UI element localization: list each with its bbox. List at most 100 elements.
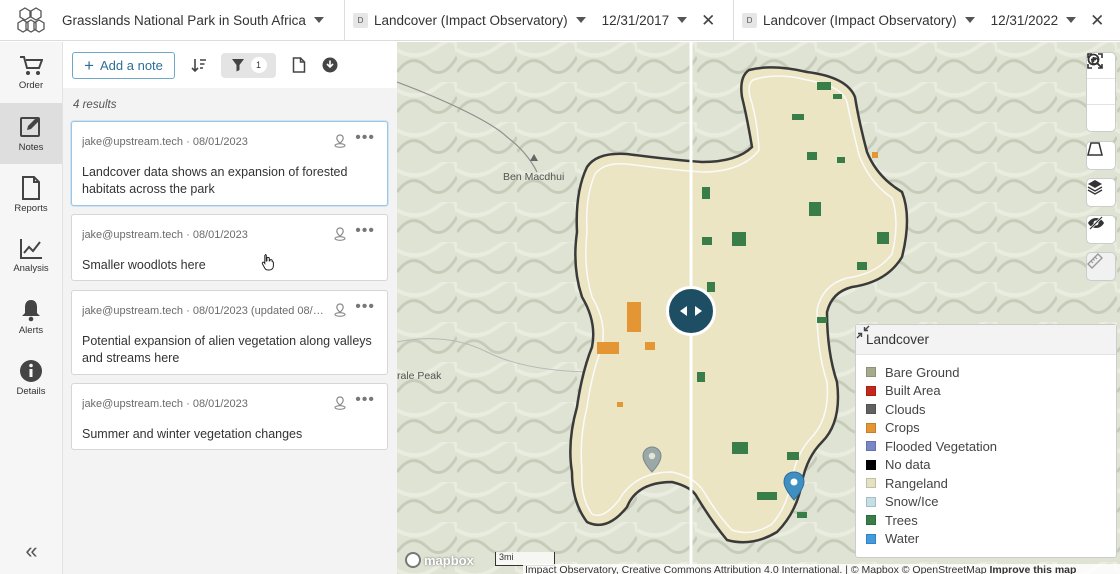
left-layer-date[interactable]: 12/31/2017	[602, 13, 670, 28]
sort-button[interactable]	[191, 57, 207, 73]
nav-order[interactable]: Order	[0, 42, 62, 103]
legend-item: Water	[866, 530, 1116, 549]
close-right-layer-icon[interactable]: ✕	[1090, 12, 1104, 29]
layer-type-badge: D	[742, 12, 757, 28]
close-left-layer-icon[interactable]: ✕	[701, 12, 715, 29]
nav-label: Details	[16, 385, 46, 397]
mapbox-logo-icon	[405, 552, 421, 568]
more-options-icon[interactable]: •••	[355, 222, 375, 240]
more-options-icon[interactable]: •••	[355, 391, 375, 409]
legend-swatch	[866, 404, 876, 415]
mapbox-logo[interactable]: mapbox	[405, 552, 474, 568]
legend-label: Trees	[885, 512, 918, 528]
perspective-icon	[1087, 142, 1103, 156]
chevron-down-icon[interactable]	[1066, 17, 1077, 23]
right-layer-date[interactable]: 12/31/2022	[991, 13, 1059, 28]
notes-toolbar: + Add a note 1	[63, 42, 397, 88]
legend-swatch	[866, 459, 876, 470]
more-options-icon[interactable]: •••	[355, 129, 375, 147]
nav-notes[interactable]: Notes	[0, 103, 62, 164]
filter-button[interactable]: 1	[221, 52, 276, 78]
place-label: rale Peak	[397, 370, 442, 382]
improve-map-link[interactable]: Improve this map	[989, 564, 1076, 574]
legend-label: Water	[885, 531, 920, 547]
legend-title: Landcover	[866, 332, 930, 347]
note-card[interactable]: jake@upstream.tech · 08/01/2023 ••• Smal…	[71, 214, 388, 281]
document-icon	[22, 175, 40, 200]
download-button[interactable]	[322, 57, 338, 73]
legend-label: Snow/Ice	[885, 494, 939, 510]
map-attribution: Impact Observatory, Creative Commons Att…	[523, 564, 1120, 574]
note-text: Summer and winter vegetation changes	[82, 427, 303, 441]
nav-alerts[interactable]: Alerts	[0, 286, 62, 347]
legend-label: Crops	[885, 420, 920, 436]
ruler-icon	[1087, 253, 1103, 269]
info-icon	[20, 359, 42, 382]
landcover-legend: Landcover Bare Ground Built Area Clouds Cro…	[855, 324, 1117, 558]
legend-item: Bare Ground	[866, 363, 1116, 382]
collapse-icon[interactable]	[856, 325, 870, 339]
legend-item: Rangeland	[866, 474, 1116, 493]
filter-count-badge: 1	[250, 57, 267, 73]
arrow-left-icon	[680, 306, 687, 316]
hide-overlay-button[interactable]	[1087, 216, 1115, 243]
note-text: Potential expansion of alien vegetation …	[82, 334, 372, 365]
collapse-sidebar-icon[interactable]: «	[0, 538, 63, 564]
hand-cursor-icon	[261, 254, 274, 271]
add-note-button[interactable]: + Add a note	[72, 51, 175, 79]
legend-swatch	[866, 441, 876, 452]
left-layer-selector[interactable]: D Landcover (Impact Observatory) 12/31/2…	[345, 0, 733, 41]
legend-label: Bare Ground	[885, 364, 960, 380]
layers-button[interactable]	[1087, 179, 1115, 206]
map-view[interactable]: Ben Macdhui rale Peak Landcover Bare Gro…	[397, 42, 1120, 574]
zoom-controls	[1087, 53, 1115, 131]
legend-label: No data	[885, 457, 931, 473]
chevron-down-icon	[313, 17, 324, 23]
perspective-button[interactable]	[1087, 142, 1115, 169]
chevron-down-icon[interactable]	[677, 17, 688, 23]
legend-swatch	[866, 367, 876, 378]
attribution-text: Impact Observatory, Creative Commons Att…	[525, 564, 987, 574]
note-text: Landcover data shows an expansion of for…	[82, 165, 348, 196]
location-pin-icon[interactable]	[333, 227, 347, 241]
chevron-down-icon[interactable]	[575, 17, 586, 23]
download-icon	[322, 57, 338, 73]
location-pin-icon[interactable]	[333, 134, 347, 148]
zoom-out-button[interactable]	[1087, 53, 1115, 105]
note-card[interactable]: jake@upstream.tech · 08/01/2023 ••• Summ…	[71, 383, 388, 450]
right-layer-name: Landcover (Impact Observatory)	[763, 12, 957, 28]
legend-item: Crops	[866, 419, 1116, 438]
swipe-compare-handle[interactable]	[666, 286, 716, 336]
note-text: Smaller woodlots here	[82, 258, 206, 272]
nav-label: Alerts	[18, 324, 44, 336]
nav-label: Notes	[18, 141, 44, 153]
legend-item: Built Area	[866, 382, 1116, 401]
add-note-label: Add a note	[100, 57, 163, 73]
location-pin-icon[interactable]	[333, 396, 347, 410]
note-card[interactable]: jake@upstream.tech · 08/01/2023 ••• Land…	[71, 121, 388, 206]
more-options-icon[interactable]: •••	[355, 298, 375, 316]
nav-analysis[interactable]: Analysis	[0, 225, 62, 286]
results-count: 4 results	[73, 99, 117, 111]
app-logo-icon[interactable]	[0, 0, 62, 41]
legend-label: Flooded Vegetation	[885, 438, 998, 454]
top-bar: Grasslands National Park in South Africa…	[0, 0, 1120, 41]
zoom-to-extent-button[interactable]	[1087, 53, 1115, 131]
nav-reports[interactable]: Reports	[0, 164, 62, 225]
line-chart-icon	[20, 238, 42, 259]
nav-label: Analysis	[13, 262, 49, 274]
eye-slash-icon	[1088, 216, 1104, 230]
legend-swatch	[866, 533, 876, 544]
measure-button[interactable]	[1087, 253, 1115, 280]
export-document-button[interactable]	[292, 57, 306, 73]
legend-item: Clouds	[866, 400, 1116, 419]
location-pin-icon[interactable]	[333, 303, 347, 317]
chevron-down-icon[interactable]	[964, 17, 975, 23]
nav-label: Order	[18, 79, 44, 91]
note-card[interactable]: jake@upstream.tech · 08/01/2023 (updated…	[71, 290, 388, 375]
mapbox-wordmark: mapbox	[424, 552, 474, 568]
right-layer-selector[interactable]: D Landcover (Impact Observatory) 12/31/2…	[734, 0, 1104, 41]
nav-details[interactable]: Details	[0, 347, 62, 408]
project-selector[interactable]: Grasslands National Park in South Africa	[62, 13, 344, 28]
legend-swatch	[866, 515, 876, 526]
